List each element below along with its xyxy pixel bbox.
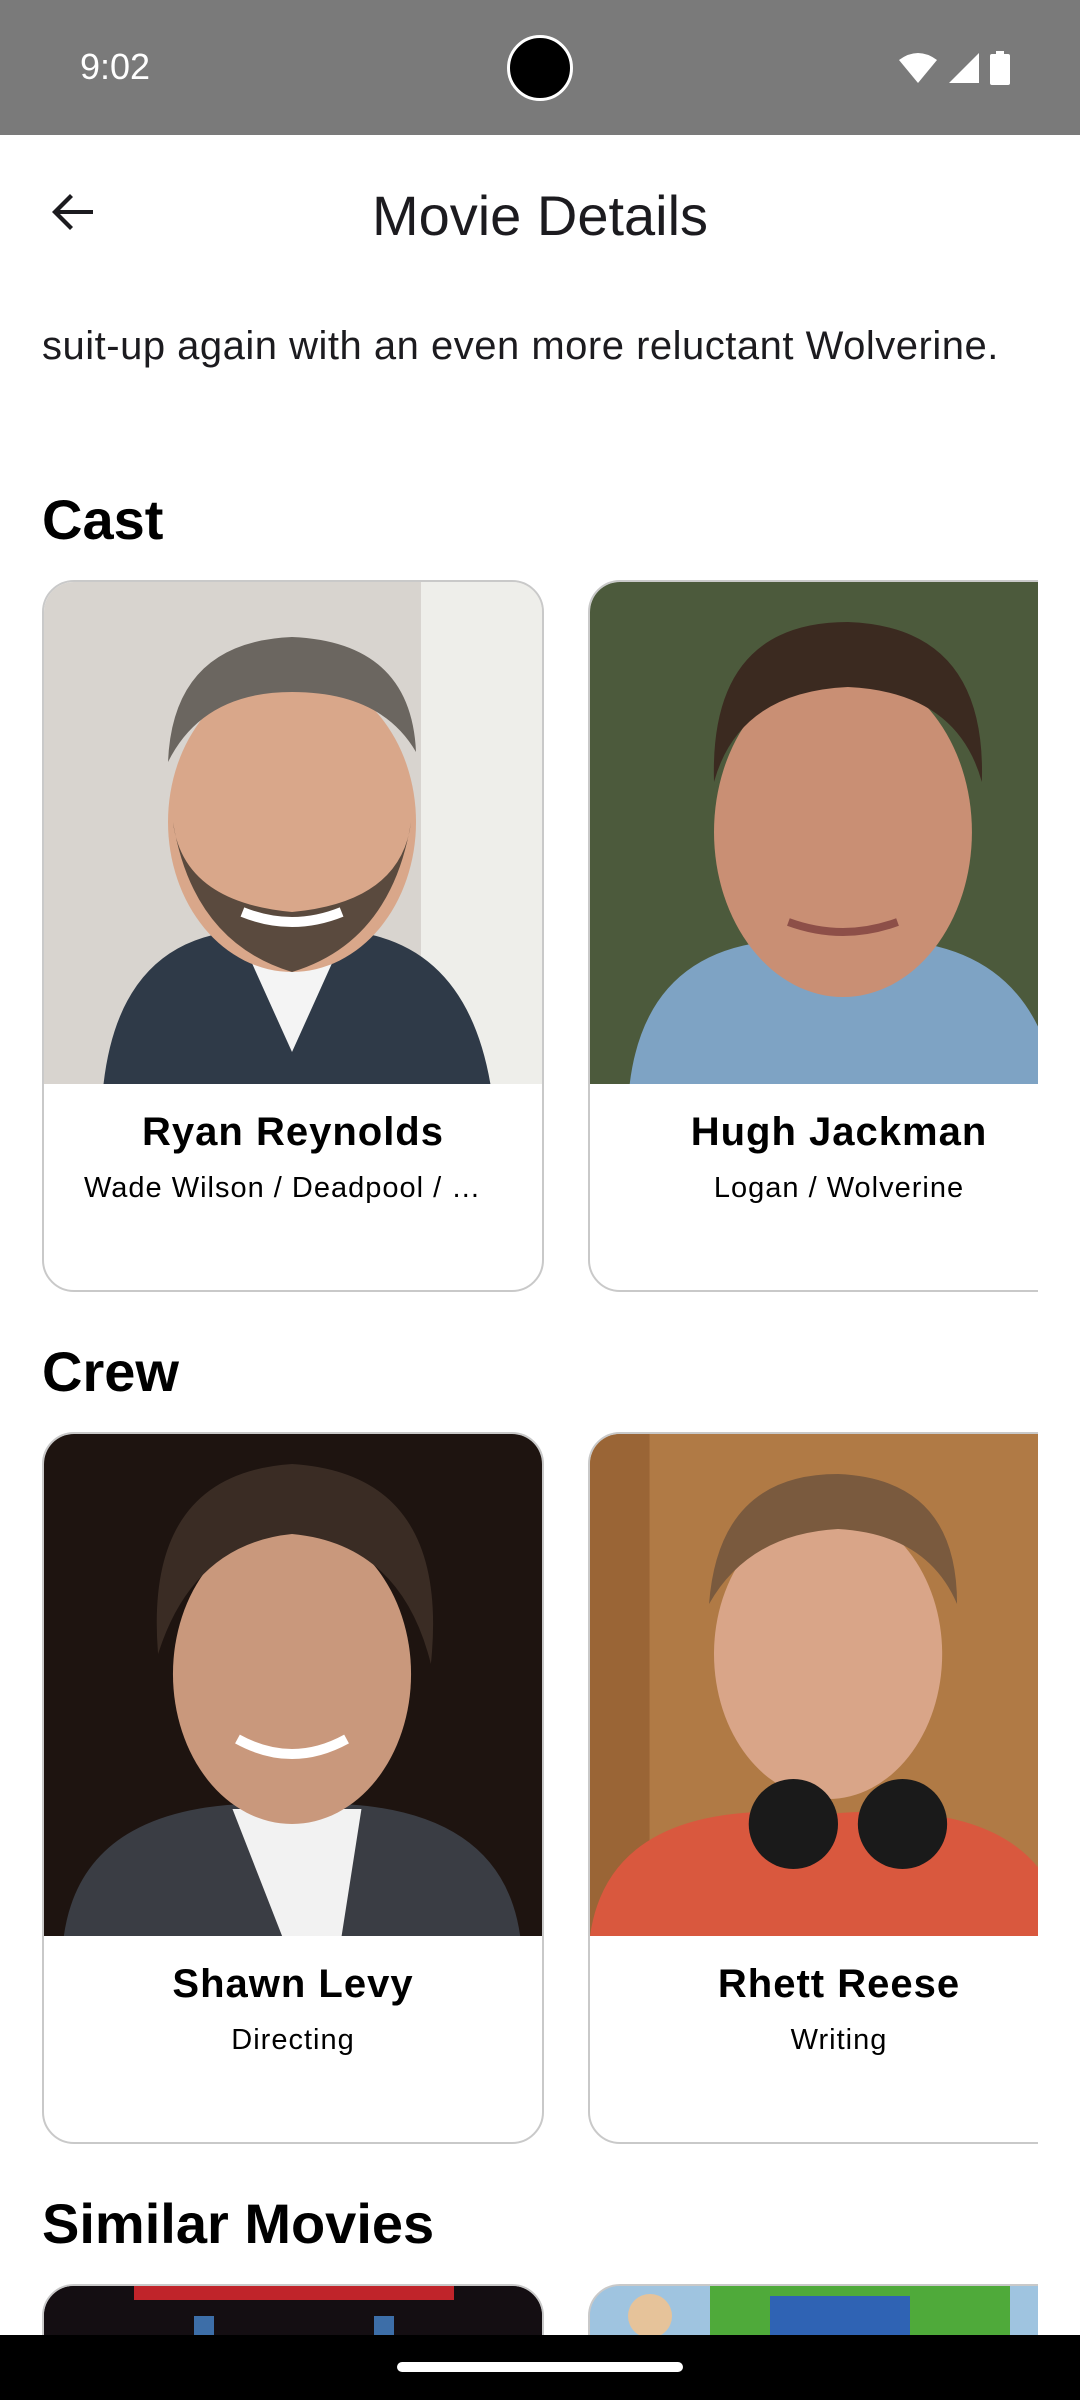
cast-photo bbox=[44, 582, 542, 1084]
cellular-signal-icon bbox=[949, 53, 979, 83]
page-title: Movie Details bbox=[371, 184, 709, 247]
similar-movies-section-title: Similar Movies bbox=[42, 2192, 435, 2255]
battery-icon bbox=[990, 51, 1010, 85]
cast-section-title: Cast bbox=[42, 488, 164, 551]
overview-text: suit-up again with an even more reluctan… bbox=[42, 324, 999, 368]
cast-carousel[interactable]: Ryan Reynolds Wade Wilson / Deadpool / N… bbox=[42, 580, 1038, 1296]
crew-section-title: Crew bbox=[42, 1340, 179, 1403]
similar-movie-poster bbox=[590, 2286, 1038, 2335]
crew-role: Directing bbox=[231, 2024, 355, 2056]
back-button[interactable] bbox=[28, 167, 118, 257]
screen: 9:02 Movie Details suit-up again with an… bbox=[0, 0, 1080, 2400]
gesture-handle[interactable] bbox=[397, 2362, 683, 2372]
details-content[interactable]: suit-up again with an even more reluctan… bbox=[0, 285, 1080, 2335]
similar-movie-poster bbox=[44, 2286, 542, 2335]
status-icons bbox=[898, 50, 1010, 86]
wifi-icon bbox=[899, 53, 937, 83]
crew-name: Rhett Reese bbox=[717, 1962, 961, 2006]
cast-name: Ryan Reynolds bbox=[142, 1110, 444, 1154]
app-bar: Movie Details bbox=[0, 135, 1080, 285]
navigation-bar bbox=[0, 2335, 1080, 2400]
similar-movies-carousel[interactable] bbox=[42, 2284, 1038, 2335]
cast-card[interactable]: Ryan Reynolds Wade Wilson / Deadpool / N… bbox=[42, 580, 544, 1292]
crew-role: Writing bbox=[790, 2024, 888, 2056]
similar-movie-card[interactable] bbox=[42, 2284, 544, 2335]
cast-card[interactable]: Hugh Jackman Logan / Wolverine bbox=[588, 580, 1038, 1292]
similar-movie-card[interactable] bbox=[588, 2284, 1038, 2335]
cast-role: Logan / Wolverine bbox=[713, 1172, 965, 1204]
cast-photo bbox=[590, 582, 1038, 1084]
crew-card[interactable]: Rhett Reese Writing bbox=[588, 1432, 1038, 2144]
crew-photo bbox=[44, 1434, 542, 1936]
cast-name: Hugh Jackman bbox=[690, 1110, 988, 1154]
camera-cutout bbox=[507, 35, 573, 101]
crew-card[interactable]: Shawn Levy Directing bbox=[42, 1432, 544, 2144]
cast-role: Wade Wilson / Deadpool / Nicepool bbox=[84, 1172, 502, 1204]
status-bar: 9:02 bbox=[0, 0, 1080, 135]
status-time: 9:02 bbox=[80, 46, 151, 87]
arrow-back-icon bbox=[52, 194, 93, 230]
crew-photo bbox=[590, 1434, 1038, 1936]
crew-carousel[interactable]: Shawn Levy Directing Rhett Reese Writing bbox=[42, 1432, 1038, 2148]
crew-name: Shawn Levy bbox=[172, 1962, 414, 2006]
